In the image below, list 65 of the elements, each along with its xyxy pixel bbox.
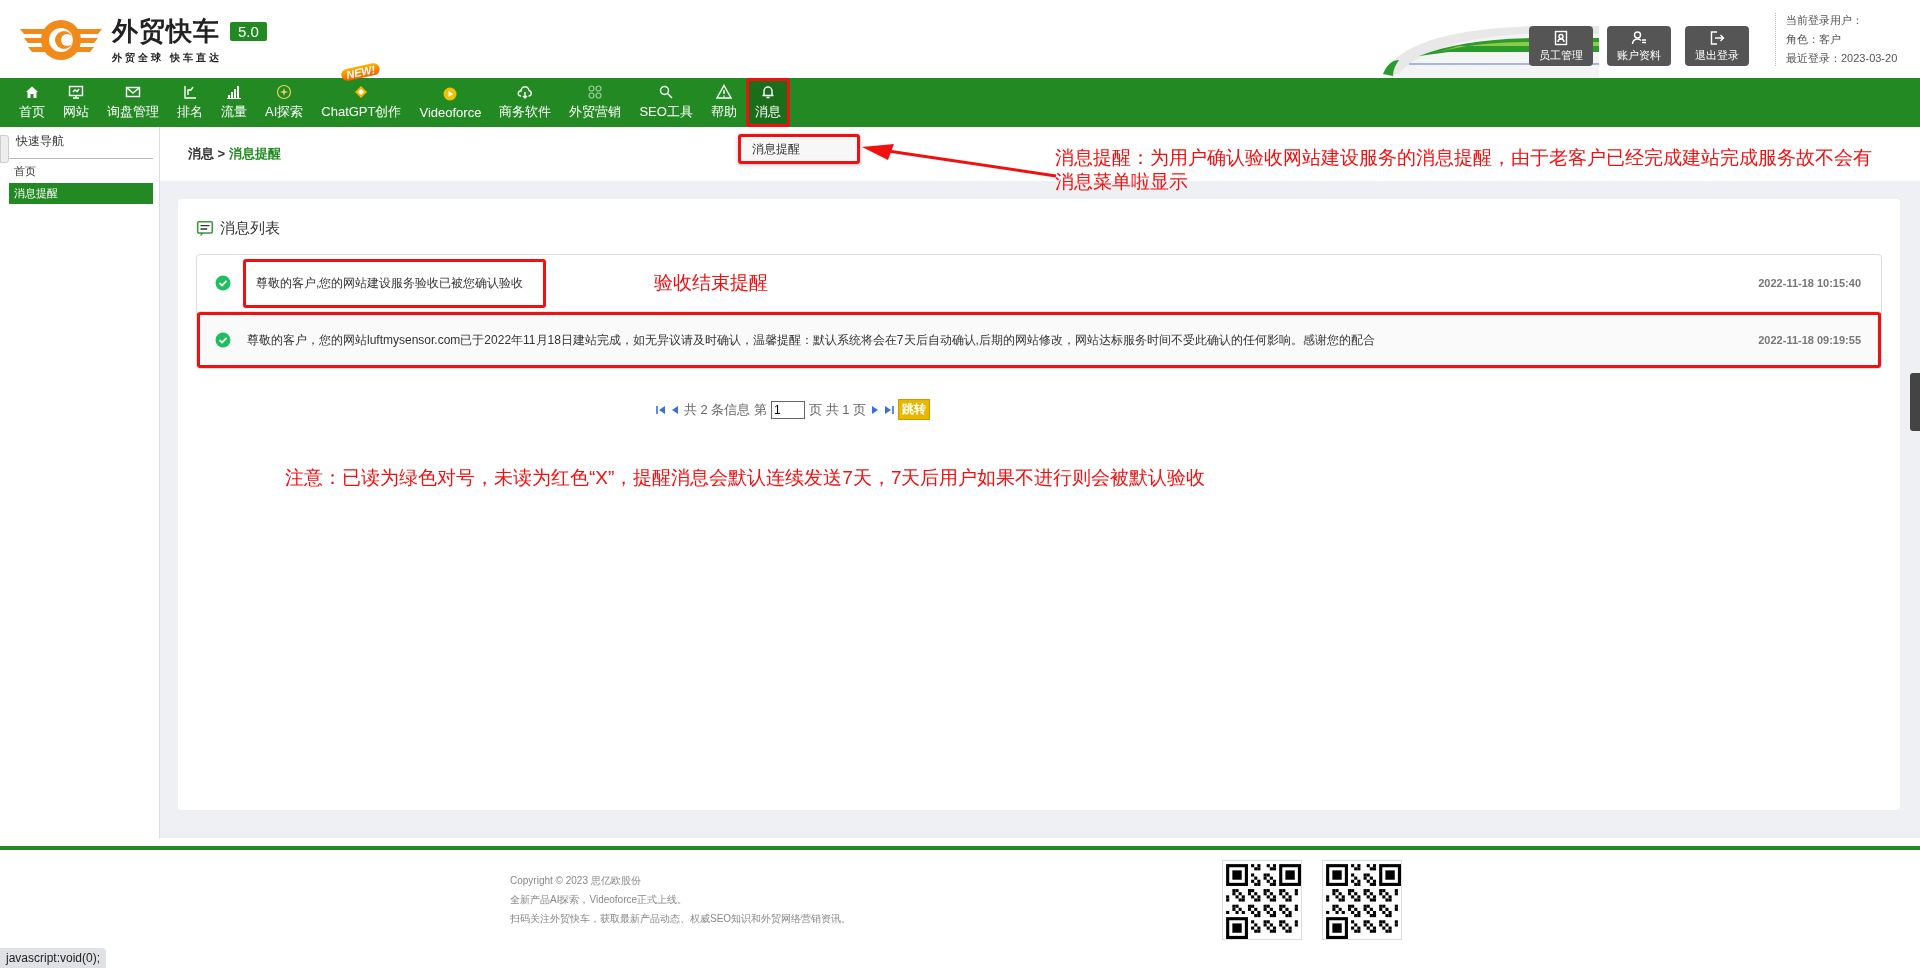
breadcrumb-parent[interactable]: 消息 >	[188, 145, 226, 163]
nav-tab[interactable]: Videoforce	[410, 78, 491, 127]
logo-title: 外贸快车	[112, 14, 220, 48]
footer-text: 全新产品AI探索，Videoforce正式上线。	[510, 893, 689, 907]
nav-tab[interactable]: 消息	[745, 78, 790, 127]
last-page-icon	[884, 404, 895, 415]
warning-icon	[715, 84, 732, 100]
toolbar-button[interactable]: 退出登录	[1685, 26, 1749, 66]
nav-tab[interactable]: 外贸营销	[560, 78, 631, 127]
ranking-icon	[182, 84, 198, 100]
search-icon	[658, 84, 675, 100]
last-login: 最近登录：2023-03-20	[1786, 50, 1899, 66]
user-role: 角色：客户	[1786, 31, 1842, 47]
diamond-icon	[353, 84, 370, 100]
current-user-label: 当前登录用户：	[1786, 12, 1864, 28]
version-badge: 5.0	[230, 21, 267, 41]
nav-tab[interactable]: 帮助	[701, 78, 746, 127]
footer-text: Copyright © 2023 思亿欧股份	[510, 874, 642, 888]
message-row[interactable]: 尊敬的客户,您的网站建设服务验收已被您确认验收 验收结束提醒 2022-11-18 10:15:40	[197, 255, 1881, 311]
logout-icon	[1709, 29, 1725, 46]
footer-text: 扫码关注外贸快车，获取最新产品动态、权威SEO知识和外贸网络营销资讯。	[510, 912, 853, 926]
dropdown-item[interactable]: 消息提醒	[738, 140, 800, 158]
home-icon	[24, 84, 40, 100]
annotation-text: 注意：已读为绿色对号，未读为红色“X”，提醒消息会默认连续发送7天，7天后用户如果不进行则会被默认验收	[285, 466, 1206, 490]
side-widget[interactable]	[1910, 373, 1920, 431]
envelope-icon	[125, 84, 141, 100]
cloud-download-icon	[517, 84, 534, 100]
nav-tab[interactable]: 首页	[10, 78, 54, 127]
pagination-total: 页 共 1 页	[809, 400, 867, 419]
bar-chart-icon	[226, 84, 242, 100]
chat-icon	[196, 219, 214, 238]
breadcrumb-current: 消息提醒	[229, 145, 282, 163]
message-text: 尊敬的客户，您的网站luftmysensor.com已于2022年11月18日建站完成，如无异议请及时确认，温馨提醒：默认系统将会在7天后自动确认,后期的网站修改，网站达标服务时间不受此确认的任何影响。感谢您的配合	[247, 331, 1376, 349]
nav-tab[interactable]: 网站	[54, 78, 98, 127]
annotation-text: 消息提醒：为用户确认验收网站建设服务的消息提醒，由于老客户已经完成建站完成服务故不会有消息菜单啦显示	[1055, 146, 1873, 194]
annotation-text: 验收结束提醒	[653, 271, 770, 295]
nav-tab[interactable]: 排名	[168, 78, 212, 127]
id-card-icon	[1553, 29, 1569, 46]
message-row[interactable]: 尊敬的客户，您的网站luftmysensor.com已于2022年11月18日建站完成，如无异议请及时确认，温馨提醒：默认系统将会在7天后自动确认,后期的网站修改，网站达标服务时间不受此确认的任何影响。感谢您的配合 2022-11-18 09:19:55	[197, 311, 1881, 368]
message-time: 2022-11-18 10:15:40	[1758, 277, 1861, 289]
monitor-icon	[68, 84, 84, 100]
panel-title: 消息列表	[220, 219, 280, 238]
new-badge: NEW!	[340, 62, 382, 82]
toolbar-button[interactable]: 账户资料	[1607, 26, 1671, 66]
pagination-summary: 共 2 条信息 第	[684, 400, 768, 419]
sidebar-item[interactable]: 首页	[9, 161, 153, 182]
play-icon	[442, 85, 459, 102]
nav-tab[interactable]: 流量	[212, 78, 256, 127]
previous-page-icon	[670, 404, 680, 415]
toolbar-button[interactable]: 员工管理	[1529, 26, 1593, 66]
message-time: 2022-11-18 09:19:55	[1758, 334, 1861, 346]
collapse-handle[interactable]	[0, 135, 9, 163]
sidebar-item[interactable]: 消息提醒	[9, 183, 153, 204]
nav-tab[interactable]: AI探索	[256, 78, 313, 127]
nav-tab[interactable]: SEO工具	[630, 78, 702, 127]
status-bar-url: javascript:void(0);	[0, 948, 107, 968]
grid-icon	[587, 84, 604, 100]
sparkle-circle-icon	[276, 84, 293, 100]
message-text: 尊敬的客户,您的网站建设服务验收已被您确认验收	[243, 258, 547, 308]
page-number-field[interactable]: 1	[771, 400, 806, 419]
nav-tab[interactable]: 商务软件	[490, 78, 561, 127]
user-list-icon	[1631, 29, 1647, 46]
logo-slogan: 外贸全球 快车直达	[112, 50, 223, 65]
first-page-icon	[656, 404, 666, 415]
nav-tab[interactable]: 询盘管理	[98, 78, 168, 127]
